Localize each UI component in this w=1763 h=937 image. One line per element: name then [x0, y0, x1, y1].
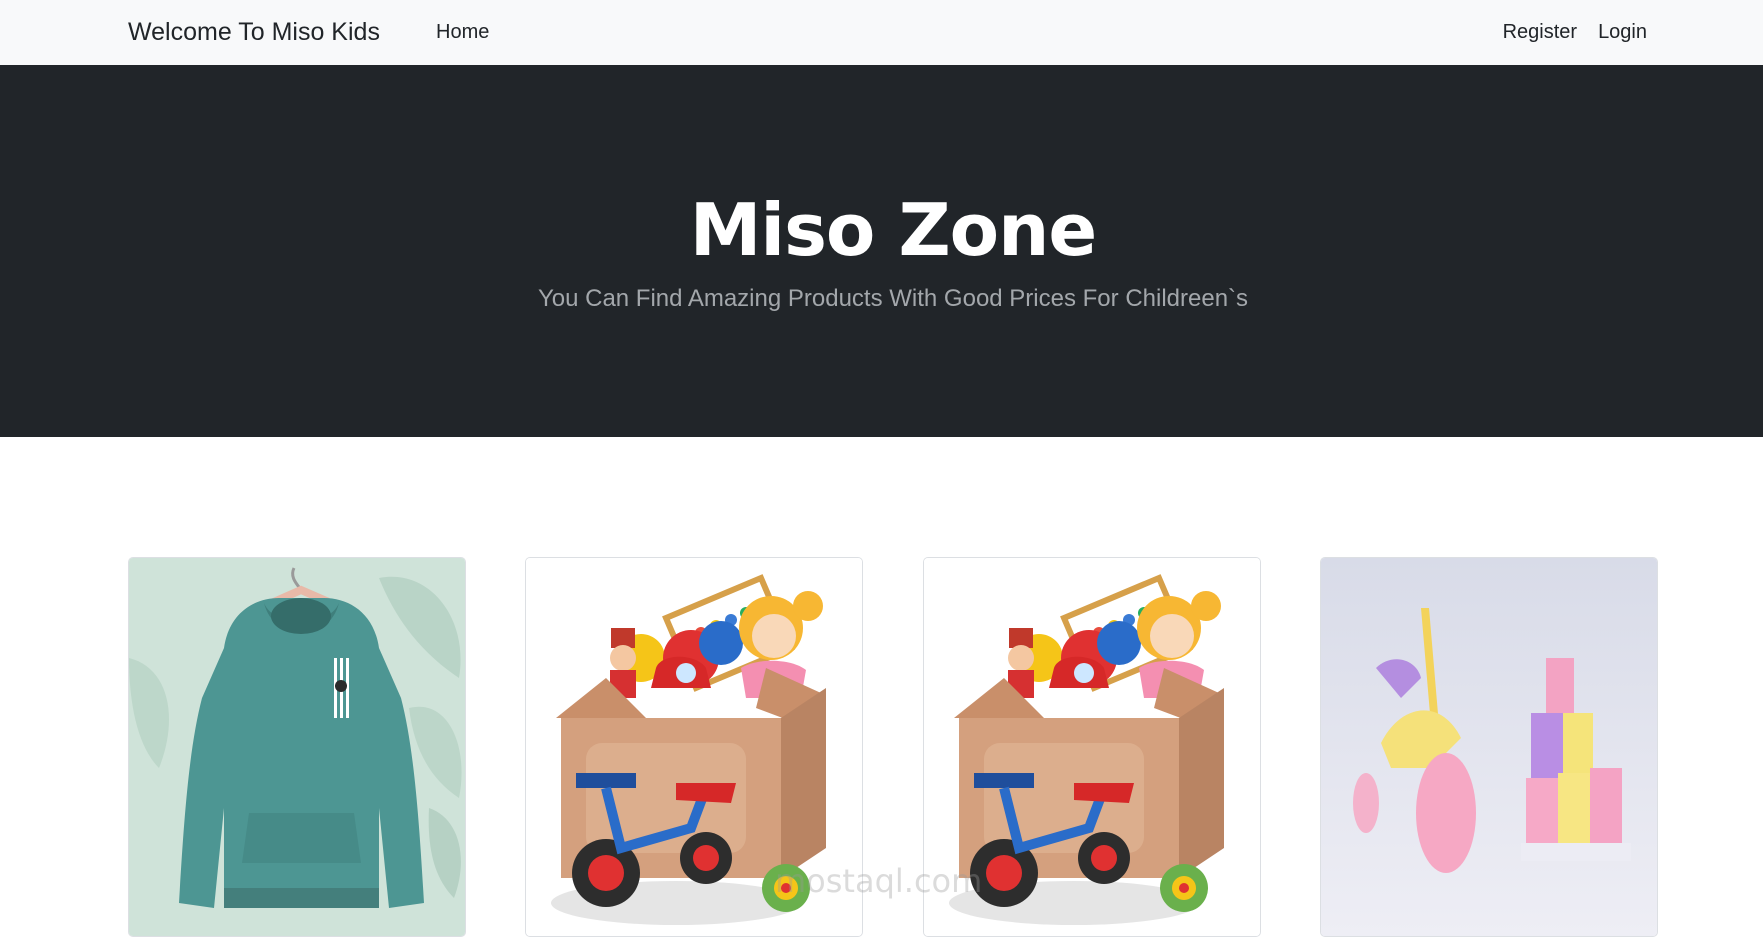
hero-subtitle: You Can Find Amazing Products With Good … [537, 285, 1249, 312]
nav-auth-links: Register Login [1503, 18, 1647, 46]
hero-banner: Miso Zone You Can Find Amazing Products … [0, 65, 1763, 437]
navbar: Welcome To Miso Kids Home Register Login [0, 0, 1763, 65]
nav-register-link[interactable]: Register [1503, 18, 1577, 46]
teal-hoodie-image [129, 558, 465, 936]
toy-box-image [526, 558, 862, 936]
product-card[interactable] [923, 557, 1261, 937]
brand-link[interactable]: Welcome To Miso Kids [128, 14, 380, 50]
hero-title: Miso Zone [689, 188, 1097, 272]
toy-bike-blocks-image [1321, 558, 1657, 936]
product-card[interactable] [128, 557, 466, 937]
product-card[interactable] [1320, 557, 1658, 937]
product-card[interactable] [525, 557, 863, 937]
product-grid [128, 557, 1658, 937]
nav-home-link[interactable]: Home [436, 18, 489, 46]
toy-box-image [924, 558, 1260, 936]
nav-login-link[interactable]: Login [1598, 18, 1647, 46]
